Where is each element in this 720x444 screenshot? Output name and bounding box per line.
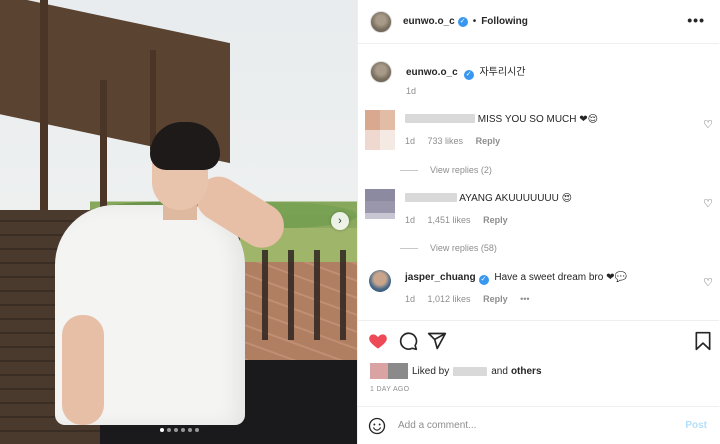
emoji-icon[interactable]: [368, 417, 386, 435]
comment-time[interactable]: 1d: [405, 136, 415, 146]
liked-by-others[interactable]: others: [511, 366, 542, 377]
verified-badge-icon: ✓: [457, 16, 468, 27]
view-replies-button[interactable]: View replies (58): [400, 243, 497, 253]
comment-likes[interactable]: 733 likes: [428, 136, 464, 146]
heart-outline-icon[interactable]: ♡: [703, 118, 713, 131]
comment-emoji: 😍: [561, 193, 573, 204]
photo-person-arm: [62, 315, 104, 425]
photo-post: [100, 80, 107, 215]
post-actions: Liked by and others: [358, 320, 719, 384]
comment-emoji: ❤💬: [606, 272, 627, 283]
carousel-dot: [188, 428, 192, 432]
caption-author-avatar[interactable]: [370, 61, 392, 83]
post-comment-button[interactable]: Post: [685, 420, 707, 431]
reply-button[interactable]: Reply: [476, 136, 501, 146]
post-photo[interactable]: ›: [0, 0, 357, 444]
comment-item: jasper_chuang ✓ Have a sweet dream bro ❤💬…: [365, 268, 713, 308]
commenter-username[interactable]: jasper_chuang: [405, 272, 476, 283]
more-options-icon[interactable]: •••: [687, 12, 705, 28]
post-caption: eunwo.o_c ✓ 자투리시간: [370, 61, 525, 83]
comment-body: AYANG AKUUUUUUU: [459, 193, 559, 204]
comment-item: MISS YOU SO MUCH ❤😌 1d 733 likes Reply ♡: [365, 110, 713, 150]
commenter-avatar[interactable]: [365, 110, 395, 150]
verified-badge-icon: ✓: [463, 70, 474, 80]
carousel-dot: [167, 428, 171, 432]
header-separator: •: [472, 16, 477, 27]
divider-line: [400, 247, 418, 249]
verified-badge-icon: ✓: [478, 275, 489, 285]
liked-by: Liked by and others: [370, 363, 542, 379]
view-replies-button[interactable]: View replies (2): [400, 165, 492, 175]
post-header: eunwo.o_c ✓ • Following •••: [358, 0, 719, 44]
post-detail-panel: eunwo.o_c ✓ • Following ••• eunwo.o_c ✓ 자…: [357, 0, 719, 444]
comment-likes[interactable]: 1,012 likes: [428, 294, 471, 304]
author-avatar[interactable]: [370, 10, 392, 33]
liker-avatars[interactable]: [370, 363, 408, 379]
comment-more-icon[interactable]: •••: [520, 294, 529, 304]
liked-by-label: Liked by: [412, 365, 450, 377]
divider-line: [400, 169, 418, 171]
comment-text: jasper_chuang ✓ Have a sweet dream bro ❤💬: [405, 272, 627, 285]
comment-body: MISS YOU SO MUCH: [477, 114, 577, 125]
commenter-avatar[interactable]: [365, 268, 395, 306]
comment-likes[interactable]: 1,451 likes: [428, 215, 471, 225]
post-time-ago[interactable]: 1 DAY AGO: [370, 386, 409, 393]
comment-text: MISS YOU SO MUCH ❤😌: [405, 114, 598, 125]
heart-outline-icon[interactable]: ♡: [703, 197, 713, 210]
comment-meta: 1d 733 likes Reply: [405, 136, 510, 146]
chevron-right-icon: ›: [338, 215, 342, 227]
author-username[interactable]: eunwo.o_c: [403, 16, 455, 27]
comment-input[interactable]: [398, 420, 668, 431]
comment-meta: 1d 1,451 likes Reply: [405, 215, 518, 225]
add-comment-bar: Post: [358, 406, 719, 444]
comment-time[interactable]: 1d: [405, 294, 415, 304]
comment-item: AYANG AKUUUUUUU 😍 1d 1,451 likes Reply ♡: [365, 189, 713, 229]
comment-emoji: ❤😌: [579, 114, 599, 125]
redacted-username: [453, 366, 488, 376]
view-replies-label: View replies (58): [430, 243, 497, 253]
heart-outline-icon[interactable]: ♡: [703, 276, 713, 289]
carousel-dot: [174, 428, 178, 432]
bookmark-icon[interactable]: [693, 331, 713, 351]
caption-text: eunwo.o_c ✓ 자투리시간: [406, 63, 525, 80]
liked-by-and: and: [491, 365, 508, 377]
carousel-indicator: [160, 428, 199, 432]
comment-time[interactable]: 1d: [405, 215, 415, 225]
comment-body: Have a sweet dream bro: [494, 272, 604, 283]
view-replies-label: View replies (2): [430, 165, 492, 175]
caption-timestamp[interactable]: 1d: [406, 86, 416, 96]
reply-button[interactable]: Reply: [483, 215, 508, 225]
comment-icon[interactable]: [398, 331, 418, 351]
following-button[interactable]: Following: [481, 16, 528, 27]
heart-filled-icon[interactable]: [368, 331, 388, 351]
carousel-dot: [160, 428, 164, 432]
carousel-next-button[interactable]: ›: [331, 212, 349, 230]
photo-post: [40, 0, 48, 215]
share-icon[interactable]: [427, 331, 447, 351]
carousel-dot: [195, 428, 199, 432]
caption-body: 자투리시간: [479, 67, 526, 78]
comment-text: AYANG AKUUUUUUU 😍: [405, 193, 572, 204]
redacted-username: [405, 193, 457, 202]
reply-button[interactable]: Reply: [483, 294, 508, 304]
caption-username[interactable]: eunwo.o_c: [406, 67, 458, 78]
comment-meta: 1d 1,012 likes Reply •••: [405, 294, 540, 304]
carousel-dot: [181, 428, 185, 432]
redacted-username: [405, 114, 475, 123]
commenter-avatar[interactable]: [365, 189, 395, 227]
